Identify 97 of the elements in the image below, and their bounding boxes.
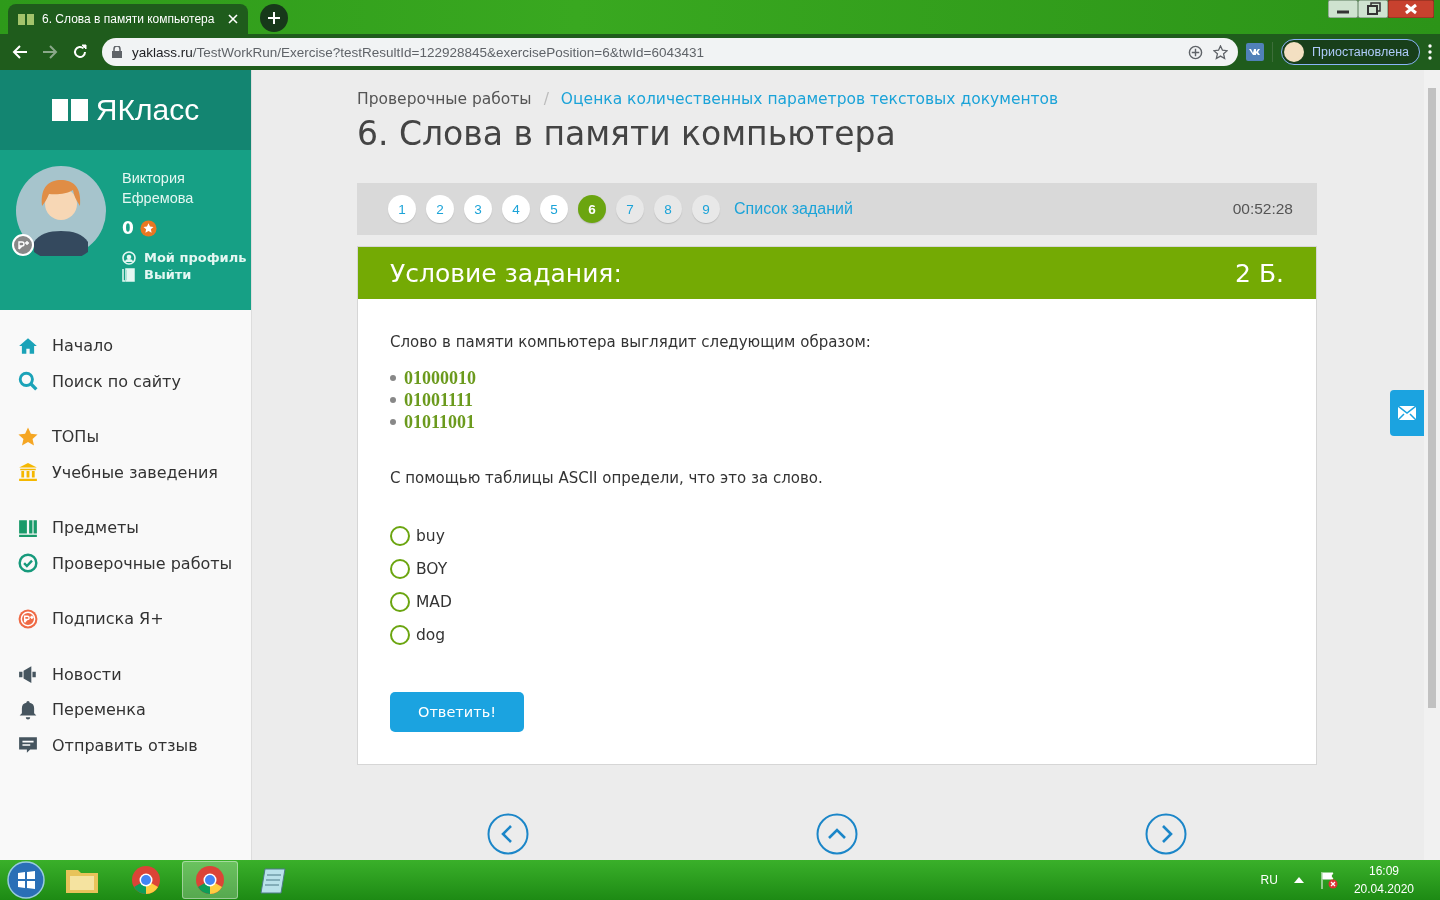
bullet-icon [390,375,396,381]
binary-code: 01011001 [404,411,475,433]
task-number[interactable]: 4 [502,195,530,223]
task-number[interactable]: 3 [464,195,492,223]
restore-icon[interactable] [1358,0,1388,18]
scrollbar[interactable] [1424,70,1440,860]
profile-button[interactable]: Приостановлена [1281,39,1420,65]
menu-item[interactable]: Отправить отзыв [52,735,198,755]
url-text: yaklass.ru/TestWorkRun/Exercise?testResultId=122928845&exercisePosition=6&twId=6043431 [132,44,705,60]
star-icon [18,426,38,447]
question-text: Слово в памяти компьютера выглядит следующим образом: [390,333,872,351]
avatar-silhouette-icon [16,166,106,256]
check-circle-icon [18,553,38,574]
timer: 00:52:28 [1232,200,1293,218]
points: 2 Б. [1235,258,1284,288]
bullet-icon [390,419,396,425]
door-icon [122,267,136,282]
menu-item[interactable]: Подписка Я+ [52,609,164,629]
task-number[interactable]: 2 [426,195,454,223]
language-indicator[interactable]: RU [1260,873,1278,887]
star-icon[interactable] [1213,44,1229,60]
chevron-left-icon[interactable] [487,813,529,855]
book-icon [51,98,88,122]
breadcrumb-separator: / [543,90,549,108]
tray-arrow-icon[interactable] [1293,877,1304,883]
instruction-text: С помощью таблицы ASCII определи, что это за слово. [390,469,824,487]
minimize-icon[interactable] [1328,0,1358,18]
lock-icon [112,46,122,58]
close-icon[interactable] [1388,0,1434,18]
task-number[interactable]: 8 [654,195,682,223]
mail-icon [1398,406,1416,420]
menu-item[interactable]: Предметы [52,518,139,538]
clock-date[interactable]: 20.04.2020 [1353,882,1414,896]
add-circle-icon[interactable] [1188,44,1204,60]
option-label[interactable]: MAD [416,593,452,611]
feedback-tab[interactable] [1390,390,1424,436]
header-title: Условие задания: [390,258,622,288]
more-icon[interactable] [1428,44,1432,60]
page-title: 6. Слова в памяти компьютера [357,114,897,153]
submit-button[interactable]: Ответить! [390,692,524,732]
menu-item[interactable]: Учебные заведения [52,462,218,482]
building-icon [18,462,38,483]
radio-button[interactable] [390,625,410,645]
chevron-right-icon[interactable] [1145,813,1187,855]
tab-title: 6. Слова в памяти компьютера [42,12,216,26]
star-badge-icon [139,219,157,237]
megaphone-icon [18,664,38,685]
menu-item[interactable]: Переменка [52,700,146,720]
chrome-icon [195,865,225,895]
menu-item[interactable]: Новости [52,664,122,684]
option-label[interactable]: BOY [416,560,448,578]
bell-icon [18,699,38,720]
binary-code: 01000010 [404,367,476,389]
menu-item[interactable]: Начало [52,336,114,356]
task-number[interactable]: 6 [578,195,606,223]
taskbar-app[interactable] [182,861,238,899]
address-bar[interactable]: yaklass.ru/TestWorkRun/Exercise?testResultId=122928845&exercisePosition=6&twId=6043431 [102,38,1239,66]
user-link[interactable]: Мой профиль [144,250,247,265]
radio-button[interactable] [390,559,410,579]
menu-item[interactable]: Поиск по сайту [52,371,181,391]
flag-icon[interactable] [1319,871,1338,889]
books-icon [18,517,38,538]
forward-icon[interactable] [42,44,58,60]
menu-item[interactable]: ТОПы [52,427,100,447]
start-orb-icon[interactable] [6,860,46,900]
task-number[interactable]: 5 [540,195,568,223]
profile-icon [122,250,136,265]
plus-icon [268,12,280,24]
task-number[interactable]: 9 [692,195,720,223]
book-icon [18,13,34,25]
task-number[interactable]: 7 [616,195,644,223]
browser-tab[interactable]: 6. Слова в памяти компьютера [8,4,248,34]
task-number[interactable]: 1 [388,195,416,223]
breadcrumb-item: Проверочные работы [357,90,532,108]
user-name: Виктория Ефремова [122,169,195,208]
subscription-badge-icon [18,608,38,629]
binary-code: 01001111 [404,389,474,411]
option-label[interactable]: buy [416,527,445,545]
radio-button[interactable] [390,592,410,612]
back-icon[interactable] [12,44,28,60]
option-label[interactable]: dog [416,626,446,644]
menu-item[interactable]: Проверочные работы [52,553,233,573]
radio-button[interactable] [390,526,410,546]
notepad-icon [259,865,289,895]
score-value: 0 [122,218,134,238]
chrome-icon [131,865,161,895]
avatar-icon [1284,42,1305,62]
clock-time[interactable]: 16:09 [1368,864,1399,878]
chevron-up-icon[interactable] [816,813,858,855]
vk-icon[interactable] [1246,43,1265,61]
reload-icon[interactable] [72,44,88,60]
plus-badge-icon [12,234,34,256]
bullet-icon [390,397,396,403]
new-tab-button[interactable] [260,4,288,32]
user-link[interactable]: Выйти [144,267,192,282]
breadcrumb-link[interactable]: Оценка количественных параметров текстовых документов [560,90,1059,108]
search-icon [18,371,38,392]
